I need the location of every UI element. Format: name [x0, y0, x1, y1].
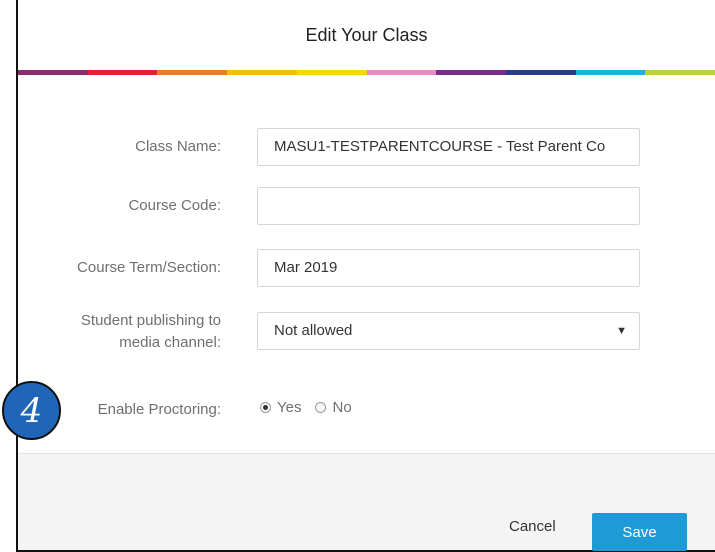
step-number-badge: 4: [2, 381, 61, 440]
dialog-footer: Cancel Save: [18, 453, 715, 551]
proctoring-no-label[interactable]: No: [332, 399, 351, 416]
proctoring-yes-radio[interactable]: [260, 402, 271, 413]
class-name-label: Class Name:: [135, 138, 221, 155]
course-code-input[interactable]: [257, 187, 640, 225]
course-term-input[interactable]: Mar 2019: [257, 249, 640, 287]
student-publishing-select[interactable]: Not allowed ▼: [257, 312, 640, 350]
dropdown-triangle-icon: ▼: [616, 325, 627, 337]
save-button[interactable]: Save: [592, 513, 687, 551]
student-publishing-label: Student publishing to media channel:: [18, 310, 221, 354]
student-publishing-label-line2: media channel:: [119, 334, 221, 351]
class-name-input[interactable]: MASU1-TESTPARENTCOURSE - Test Parent Co: [257, 128, 640, 166]
student-publishing-selected: Not allowed: [274, 322, 353, 339]
proctoring-yes-label[interactable]: Yes: [277, 399, 301, 416]
proctoring-radio-group: Yes No: [260, 399, 352, 416]
dialog-title: Edit Your Class: [305, 24, 428, 45]
class-form: Class Name: MASU1-TESTPARENTCOURSE - Tes…: [18, 75, 715, 455]
cancel-button[interactable]: Cancel: [509, 518, 556, 535]
student-publishing-label-line1: Student publishing to: [80, 312, 221, 329]
proctoring-no-radio[interactable]: [315, 402, 327, 413]
edit-class-dialog: Edit Your Class Class Name: MASU1-TESTPA…: [16, 0, 715, 552]
course-code-label: Course Code:: [128, 197, 221, 214]
course-term-label: Course Term/Section:: [77, 259, 221, 276]
